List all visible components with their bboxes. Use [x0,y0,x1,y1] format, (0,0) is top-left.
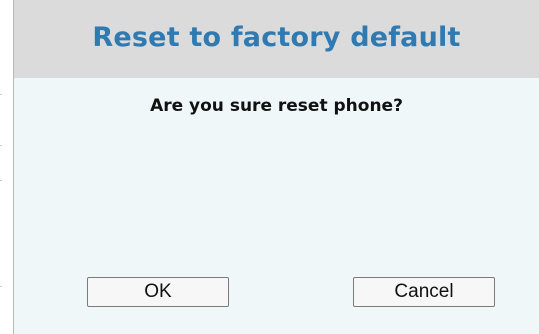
background-edge-mark [0,145,2,146]
dialog-title: Reset to factory default [92,21,461,53]
page: Reset to factory default Are you sure re… [0,0,539,334]
background-edge-mark [0,180,2,181]
background-edge-mark [0,94,2,95]
reset-dialog: Reset to factory default Are you sure re… [13,0,539,334]
ok-button[interactable]: OK [87,277,229,307]
dialog-header: Reset to factory default [14,0,539,78]
cancel-button[interactable]: Cancel [353,277,495,307]
background-edge-mark [0,286,2,287]
dialog-message: Are you sure reset phone? [150,96,403,116]
